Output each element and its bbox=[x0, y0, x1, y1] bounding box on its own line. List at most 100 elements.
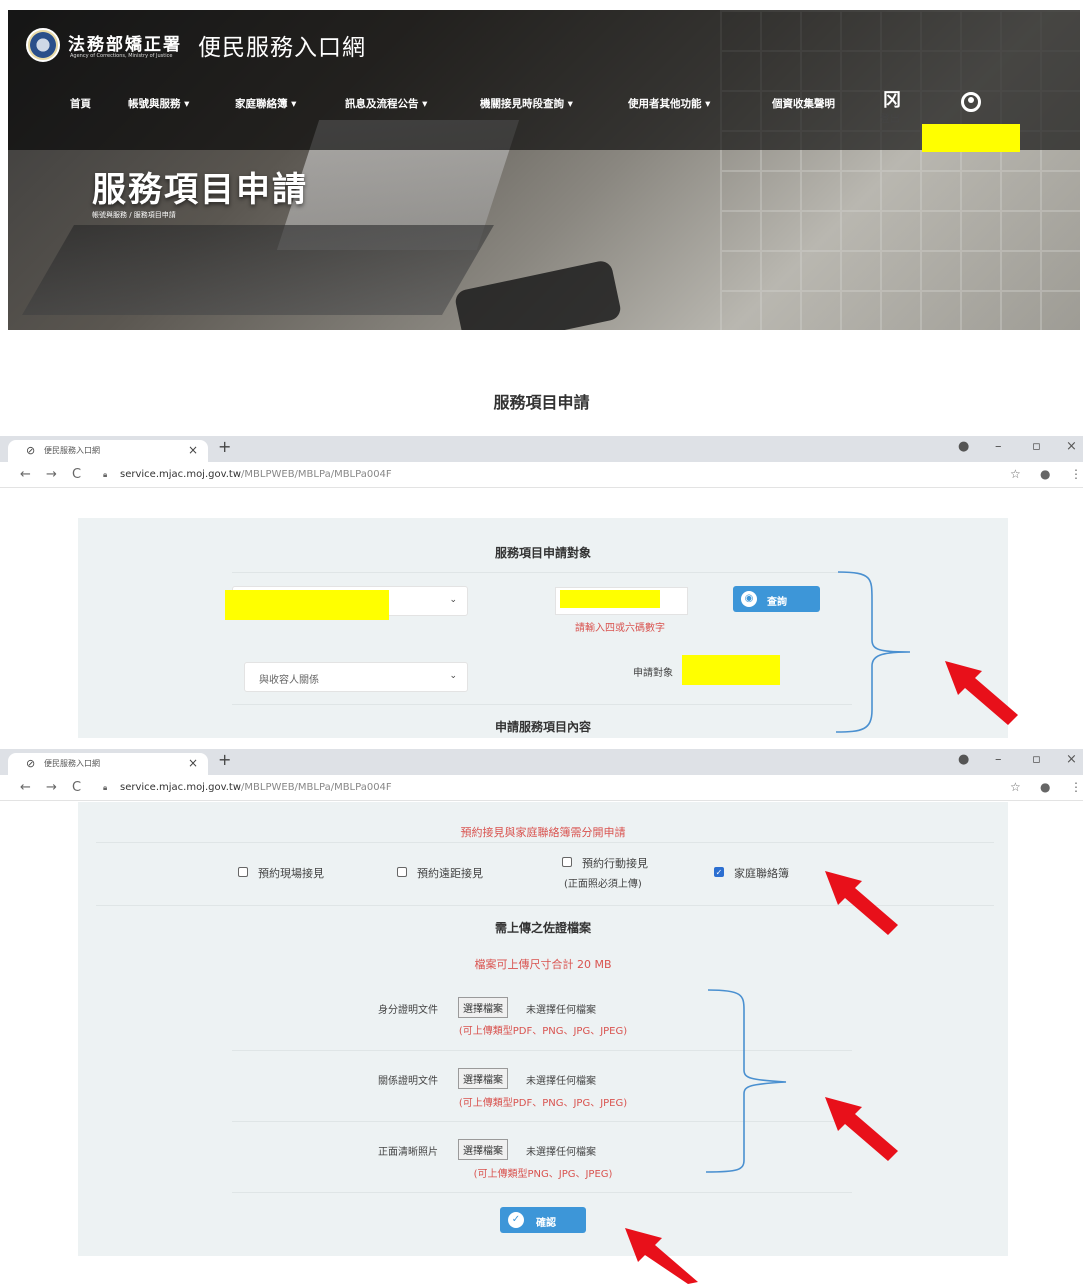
option-remote-visit-checkbox[interactable] bbox=[397, 867, 407, 877]
hero-title: 服務項目申請 bbox=[92, 170, 308, 210]
new-tab-icon[interactable]: + bbox=[218, 750, 231, 769]
option-onsite-visit-label[interactable]: 預約現場接見 bbox=[258, 865, 324, 881]
option-onsite-visit-checkbox[interactable] bbox=[238, 867, 248, 877]
option-family-contact-label[interactable]: 家庭聯絡簿 bbox=[734, 865, 789, 881]
file-photo-choose-button[interactable]: 選擇檔案 bbox=[458, 1139, 508, 1160]
nav-privacy-statement[interactable]: 個資收集聲明 bbox=[772, 96, 835, 111]
chevron-down-icon: ⌄ bbox=[449, 595, 457, 605]
agency-seal-logo[interactable] bbox=[26, 28, 60, 62]
tab-favicon-icon: ⊘ bbox=[26, 444, 36, 457]
divider bbox=[232, 1121, 852, 1122]
content-section-title: 申請服務項目內容 bbox=[494, 720, 591, 734]
divider bbox=[232, 1050, 852, 1051]
upload-section-title: 需上傳之佐證檔案 bbox=[494, 921, 591, 935]
option-mobile-visit-checkbox[interactable] bbox=[562, 857, 572, 867]
tab-title: 便民服務入口網 bbox=[44, 446, 100, 455]
browser-profile-icon[interactable]: ● bbox=[958, 752, 969, 767]
browser-address-bar: ← → C 🔒︎ service.mjac.moj.gov.tw/MBLPWEB… bbox=[0, 777, 1083, 801]
relation-select[interactable]: 與收容人關係 ⌄ bbox=[244, 662, 468, 692]
option-mobile-visit-note: (正面照必須上傳) bbox=[564, 879, 642, 890]
bookmark-star-icon[interactable]: ☆ bbox=[1010, 780, 1021, 794]
nav-family-contact[interactable]: 家庭聯絡簿 ▾ bbox=[235, 96, 296, 111]
back-icon[interactable]: ← bbox=[20, 780, 31, 795]
nav-announcements[interactable]: 訊息及流程公告 ▾ bbox=[345, 96, 427, 111]
restore-icon[interactable]: ▫ bbox=[1032, 439, 1041, 454]
search-icon: ◉ bbox=[741, 591, 757, 607]
browser-menu-icon[interactable]: ⋮ bbox=[1070, 780, 1082, 794]
file-id-types: (可上傳類型PDF、PNG、JPG、JPEG) bbox=[458, 1026, 628, 1037]
file-relation-types: (可上傳類型PDF、PNG、JPG、JPEG) bbox=[458, 1098, 628, 1109]
url-field[interactable]: service.mjac.moj.gov.tw/MBLPWEB/MBLPa/MB… bbox=[120, 782, 392, 793]
lock-icon: 🔒︎ bbox=[103, 783, 108, 792]
breadcrumb[interactable]: 帳號與服務 / 服務項目申請 bbox=[92, 210, 176, 220]
relation-select-value: 與收容人關係 bbox=[259, 675, 319, 686]
close-window-icon[interactable]: × bbox=[1066, 752, 1077, 767]
nav-visit-schedule[interactable]: 機關接見時段查詢 ▾ bbox=[480, 96, 573, 111]
logout-button[interactable]: 冈 登出 bbox=[880, 90, 904, 126]
site-title[interactable]: 便民服務入口網 bbox=[198, 28, 366, 62]
forward-icon[interactable]: → bbox=[46, 467, 57, 482]
browser-tabbar: ⊘ 便民服務入口網 × + ● – ▫ × bbox=[0, 436, 1083, 462]
option-family-contact-checkbox[interactable]: ✓ bbox=[714, 867, 724, 877]
browser-menu-icon[interactable]: ⋮ bbox=[1070, 467, 1082, 481]
reload-icon[interactable]: C bbox=[72, 467, 81, 482]
check-icon: ✓ bbox=[508, 1212, 524, 1228]
search-button[interactable]: ◉ 查詢 bbox=[733, 586, 820, 612]
account-icon[interactable]: ● bbox=[1040, 467, 1050, 481]
digits-hint: 請輸入四或六碼數字 bbox=[575, 623, 665, 634]
back-icon[interactable]: ← bbox=[20, 467, 31, 482]
target-section-title: 服務項目申請對象 bbox=[494, 546, 591, 560]
new-tab-icon[interactable]: + bbox=[218, 437, 231, 456]
tab-close-icon[interactable]: × bbox=[188, 443, 198, 457]
nav-account-service[interactable]: 帳號與服務 ▾ bbox=[128, 96, 189, 111]
nav-home[interactable]: 首頁 bbox=[70, 96, 91, 111]
browser-profile-icon[interactable]: ● bbox=[958, 439, 969, 454]
divider bbox=[232, 1192, 852, 1193]
tab-close-icon[interactable]: × bbox=[188, 756, 198, 770]
account-icon[interactable]: ● bbox=[1040, 780, 1050, 794]
browser-tab[interactable]: ⊘ 便民服務入口網 × bbox=[8, 440, 208, 462]
file-photo-types: (可上傳類型PNG、JPG、JPEG) bbox=[473, 1169, 613, 1180]
reload-icon[interactable]: C bbox=[72, 780, 81, 795]
url-field[interactable]: service.mjac.moj.gov.tw/MBLPWEB/MBLPa/MB… bbox=[120, 469, 392, 480]
file-relation-status: 未選擇任何檔案 bbox=[526, 1076, 596, 1087]
redaction-applicant bbox=[682, 655, 780, 685]
upload-size-limit: 檔案可上傳尺寸合計 20 MB bbox=[474, 958, 612, 971]
divider bbox=[232, 704, 852, 705]
minimize-icon[interactable]: – bbox=[995, 439, 1002, 454]
minimize-icon[interactable]: – bbox=[995, 752, 1002, 767]
forward-icon[interactable]: → bbox=[46, 780, 57, 795]
user-menu-button[interactable] bbox=[958, 92, 984, 112]
file-relation-choose-button[interactable]: 選擇檔案 bbox=[458, 1068, 508, 1089]
hero-background-keyboard bbox=[22, 225, 494, 315]
option-mobile-visit-label[interactable]: 預約行動接見 bbox=[582, 855, 648, 871]
divider bbox=[232, 572, 852, 573]
browser-tab[interactable]: ⊘ 便民服務入口網 × bbox=[8, 753, 208, 775]
file-id-status: 未選擇任何檔案 bbox=[526, 1005, 596, 1016]
redaction-institution bbox=[225, 590, 389, 620]
lock-icon: 🔒︎ bbox=[103, 470, 108, 479]
tab-favicon-icon: ⊘ bbox=[26, 757, 36, 770]
file-id-label: 身分證明文件 bbox=[378, 1005, 438, 1016]
restore-icon[interactable]: ▫ bbox=[1032, 752, 1041, 767]
logout-icon: 冈 bbox=[883, 90, 901, 111]
file-id-choose-button[interactable]: 選擇檔案 bbox=[458, 997, 508, 1018]
close-window-icon[interactable]: × bbox=[1066, 439, 1077, 454]
file-photo-status: 未選擇任何檔案 bbox=[526, 1147, 596, 1158]
separate-application-notice: 預約接見與家庭聯絡簿需分開申請 bbox=[460, 826, 626, 839]
redaction-username bbox=[922, 124, 1020, 152]
user-icon bbox=[961, 92, 981, 112]
file-photo-label: 正面清晰照片 bbox=[378, 1147, 438, 1158]
confirm-button[interactable]: ✓ 確認 bbox=[500, 1207, 586, 1233]
option-remote-visit-label[interactable]: 預約遠距接見 bbox=[417, 865, 483, 881]
divider bbox=[96, 842, 994, 843]
agency-english-name: Agency of Corrections, Ministry of Justi… bbox=[70, 53, 173, 59]
browser-tabbar: ⊘ 便民服務入口網 × + ● – ▫ × bbox=[0, 749, 1083, 775]
page-heading: 服務項目申請 bbox=[493, 393, 590, 412]
applicant-label: 申請對象 bbox=[633, 668, 673, 679]
logout-label: 登出 bbox=[880, 114, 900, 125]
agency-name: 法務部矯正署 bbox=[68, 35, 182, 55]
bookmark-star-icon[interactable]: ☆ bbox=[1010, 467, 1021, 481]
redaction-inmate-number bbox=[560, 590, 660, 608]
nav-user-functions[interactable]: 使用者其他功能 ▾ bbox=[628, 96, 710, 111]
